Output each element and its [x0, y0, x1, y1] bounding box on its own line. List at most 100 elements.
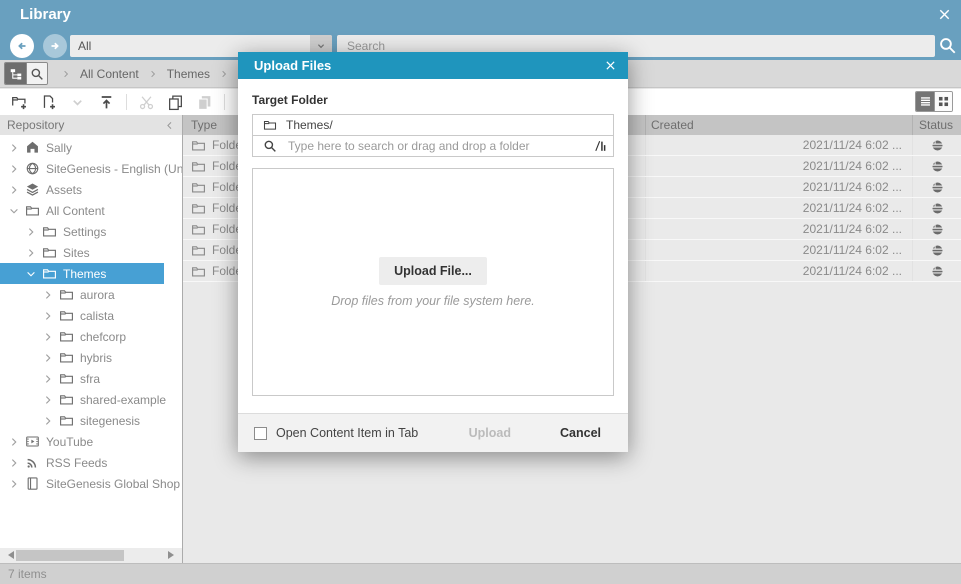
forward-button[interactable] — [43, 34, 67, 58]
folder-icon — [191, 264, 206, 279]
chevron-right-icon[interactable] — [8, 142, 20, 154]
tree-item-assets[interactable]: Assets — [0, 179, 182, 200]
tree-item-label: hybris — [80, 351, 112, 365]
tree-item-all-content[interactable]: All Content — [0, 200, 182, 221]
upload-files-dialog: Upload Files Target Folder Themes/ Uploa… — [238, 52, 628, 452]
back-button[interactable] — [10, 34, 34, 58]
paste-button[interactable] — [190, 91, 219, 113]
tree-item-rss-feeds[interactable]: RSS Feeds — [0, 452, 182, 473]
cut-button[interactable] — [132, 91, 161, 113]
tree-item-sitegenesis-global-shop[interactable]: SiteGenesis Global Shop — [0, 473, 182, 494]
tree-item-sites[interactable]: Sites — [0, 242, 182, 263]
more-actions-button[interactable] — [63, 91, 92, 113]
chevron-right-icon[interactable] — [42, 373, 54, 385]
cancel-button[interactable]: Cancel — [554, 425, 607, 441]
tree-item-label: RSS Feeds — [46, 456, 107, 470]
chevron-right-icon[interactable] — [42, 310, 54, 322]
folder-icon — [59, 371, 74, 386]
grid-view-icon — [937, 95, 950, 108]
tree-item-aurora[interactable]: aurora — [0, 284, 182, 305]
tree-item-youtube[interactable]: YouTube — [0, 431, 182, 452]
tree-item-chefcorp[interactable]: chefcorp — [0, 326, 182, 347]
tree-item-hybris[interactable]: hybris — [0, 347, 182, 368]
chevron-left-icon[interactable] — [164, 120, 175, 131]
scrollbar-thumb[interactable] — [16, 550, 124, 561]
folder-icon — [191, 222, 206, 237]
toolbar-button[interactable] — [126, 94, 127, 110]
layers-icon — [25, 182, 40, 197]
tree-item-settings[interactable]: Settings — [0, 221, 182, 242]
status-cell — [912, 177, 961, 197]
chevron-right-icon[interactable] — [8, 457, 20, 469]
new-folder-button[interactable] — [5, 91, 34, 113]
new-content-button[interactable] — [34, 91, 63, 113]
column-header-status[interactable]: Status — [912, 115, 961, 135]
paste-icon — [196, 94, 213, 111]
upload-file-button[interactable]: Upload File... — [379, 257, 487, 285]
tree-item-sitegenesis-english[interactable]: SiteGenesis - English (Unite — [0, 158, 182, 179]
folder-search-field[interactable] — [252, 135, 614, 157]
upload-button[interactable]: Upload — [463, 425, 517, 441]
sidebar-title: Repository — [7, 118, 64, 132]
chevron-right-icon[interactable] — [8, 478, 20, 490]
tree-item-label: chefcorp — [80, 330, 126, 344]
grid-view-button[interactable] — [934, 92, 952, 111]
dialog-titlebar: Upload Files — [238, 52, 628, 79]
tree-item-label: YouTube — [46, 435, 93, 449]
tree-item-shared-example[interactable]: shared-example — [0, 389, 182, 410]
tree-item-sally[interactable]: Sally — [0, 137, 182, 158]
scissors-icon — [138, 94, 155, 111]
folder-icon — [59, 329, 74, 344]
copy-button[interactable] — [161, 91, 190, 113]
upload-icon — [98, 94, 115, 111]
chevron-right-icon[interactable] — [8, 163, 20, 175]
upload-button[interactable] — [92, 91, 121, 113]
sidebar: Repository Sally SiteGenesis - English (… — [0, 115, 183, 563]
breadcrumb-link[interactable]: All Content — [80, 67, 139, 81]
dialog-body: Target Folder Themes/ Upload File... Dro… — [238, 79, 628, 413]
created-cell: 2021/11/24 6:02 ... — [645, 135, 912, 155]
tree-view-toggle[interactable] — [5, 63, 26, 84]
chevron-right-icon[interactable] — [42, 352, 54, 364]
created-cell: 2021/11/24 6:02 ... — [645, 240, 912, 260]
folder-icon — [263, 118, 277, 132]
tree-item-calista[interactable]: calista — [0, 305, 182, 326]
open-in-tab-checkbox[interactable] — [254, 427, 267, 440]
folder-filter-icon[interactable] — [593, 139, 607, 153]
search-view-toggle[interactable] — [26, 63, 47, 84]
chevron-right-icon[interactable] — [42, 415, 54, 427]
breadcrumb-link[interactable]: Themes — [167, 67, 210, 81]
chevron-down-icon[interactable] — [8, 205, 20, 217]
status-cell — [912, 156, 961, 176]
target-folder-field[interactable]: Themes/ — [252, 114, 614, 136]
tree-item-sfra[interactable]: sfra — [0, 368, 182, 389]
file-dropzone[interactable]: Upload File... Drop files from your file… — [252, 168, 614, 396]
chevron-down-icon[interactable] — [25, 268, 37, 280]
list-view-button[interactable] — [916, 92, 934, 111]
close-icon[interactable] — [604, 59, 617, 72]
chevron-right-icon[interactable] — [8, 184, 20, 196]
status-globe-icon — [931, 160, 944, 173]
toolbar-button[interactable] — [224, 94, 225, 110]
chevron-right-icon[interactable] — [42, 289, 54, 301]
search-icon[interactable] — [938, 36, 957, 55]
folder-icon — [191, 159, 206, 174]
folder-search-input[interactable] — [286, 138, 587, 154]
chevron-right-icon — [61, 69, 71, 79]
scroll-left-arrow[interactable] — [4, 551, 14, 559]
chevron-right-icon[interactable] — [8, 436, 20, 448]
window-titlebar: Library All — [0, 0, 961, 60]
chevron-right-icon[interactable] — [42, 394, 54, 406]
chevron-right-icon[interactable] — [42, 331, 54, 343]
tree-item-themes[interactable]: Themes — [0, 263, 164, 284]
chevron-right-icon[interactable] — [25, 226, 37, 238]
column-header-created[interactable]: Created — [645, 115, 912, 135]
scroll-right-arrow[interactable] — [168, 551, 178, 559]
video-icon — [25, 434, 40, 449]
tree-item-label: SiteGenesis Global Shop — [46, 477, 180, 491]
status-globe-icon — [931, 181, 944, 194]
chevron-right-icon[interactable] — [25, 247, 37, 259]
horizontal-scrollbar[interactable] — [0, 548, 182, 563]
tree-item-sitegenesis[interactable]: sitegenesis — [0, 410, 182, 431]
close-icon[interactable] — [937, 7, 952, 22]
